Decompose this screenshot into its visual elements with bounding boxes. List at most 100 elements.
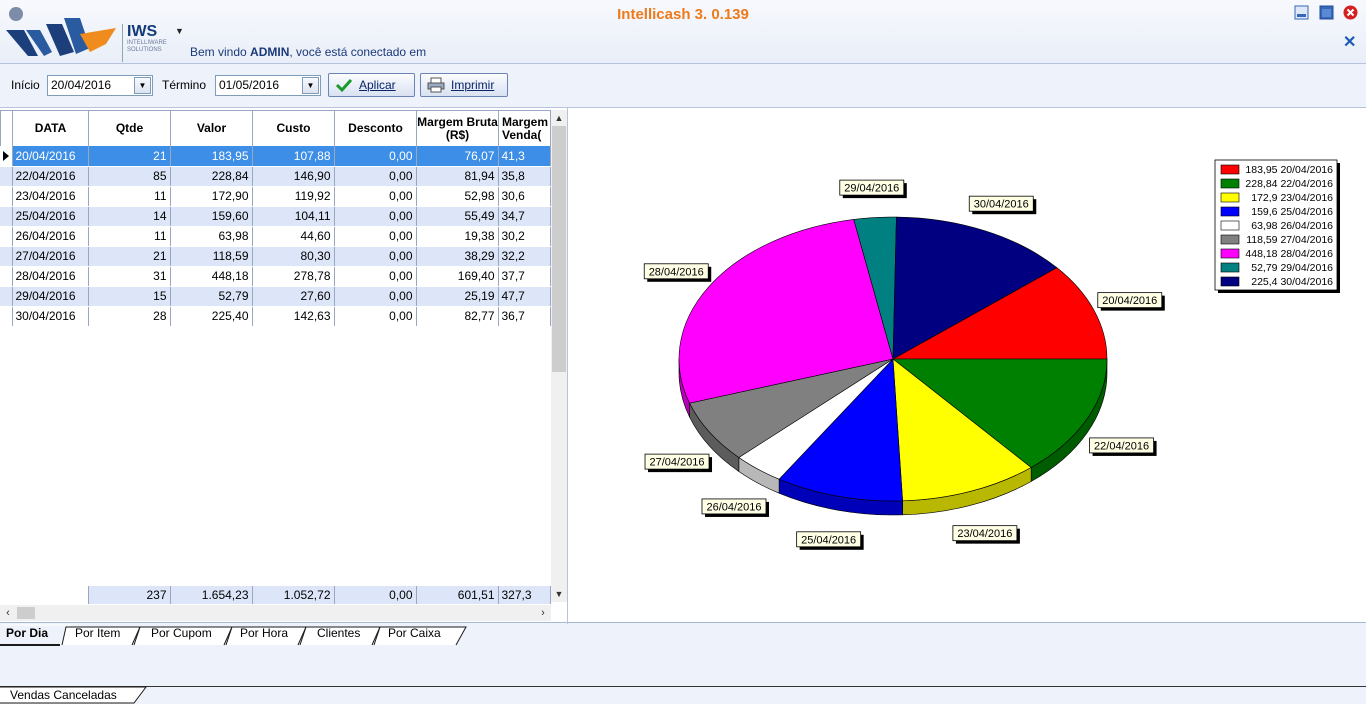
table-cell[interactable]: 146,90 <box>252 166 335 187</box>
row-indicator[interactable] <box>0 266 13 287</box>
table-cell[interactable]: 55,49 <box>416 206 499 227</box>
row-indicator[interactable] <box>0 286 13 307</box>
column-header-custo[interactable]: Custo <box>252 110 335 147</box>
table-cell[interactable]: 159,60 <box>170 206 253 227</box>
table-row[interactable]: 30/04/2016 28 225,40 142,63 0,00 82,77 36,7 <box>0 306 551 327</box>
scroll-right-icon[interactable]: › <box>535 605 551 621</box>
vertical-scroll-thumb[interactable] <box>552 126 566 372</box>
table-cell[interactable]: 448,18 <box>170 266 253 287</box>
table-cell[interactable]: 0,00 <box>334 226 417 247</box>
sales-grid[interactable]: DATA Qtde Valor Custo Desconto Margem Br… <box>0 108 568 624</box>
table-cell[interactable]: 47,7 <box>498 286 551 307</box>
maximize-icon[interactable] <box>1319 5 1334 20</box>
table-cell[interactable]: 34,7 <box>498 206 551 227</box>
row-indicator[interactable] <box>0 146 13 167</box>
tab-por-dia[interactable]: Por Dia <box>0 623 48 645</box>
vertical-scrollbar[interactable]: ▲ ▼ <box>551 110 567 602</box>
tab-por-hora[interactable]: Por Hora <box>232 623 288 645</box>
table-cell[interactable]: 36,7 <box>498 306 551 327</box>
row-indicator[interactable] <box>0 206 13 227</box>
table-cell[interactable]: 44,60 <box>252 226 335 247</box>
table-cell[interactable]: 0,00 <box>334 206 417 227</box>
table-cell[interactable]: 82,77 <box>416 306 499 327</box>
table-cell[interactable]: 0,00 <box>334 246 417 267</box>
table-cell[interactable]: 31 <box>88 266 171 287</box>
table-cell[interactable]: 278,78 <box>252 266 335 287</box>
table-row[interactable]: 20/04/2016 21 183,95 107,88 0,00 76,07 41,3 <box>0 146 551 167</box>
tab-por-item[interactable]: Por Item <box>67 623 120 645</box>
chevron-down-icon[interactable]: ▼ <box>134 77 151 94</box>
table-cell[interactable]: 30,6 <box>498 186 551 207</box>
table-cell[interactable]: 11 <box>88 226 171 247</box>
table-cell[interactable]: 52,79 <box>170 286 253 307</box>
table-row[interactable]: 29/04/2016 15 52,79 27,60 0,00 25,19 47,7 <box>0 286 551 307</box>
table-cell[interactable]: 81,94 <box>416 166 499 187</box>
scroll-left-icon[interactable]: ‹ <box>0 605 16 621</box>
table-cell[interactable]: 0,00 <box>334 266 417 287</box>
table-row[interactable]: 23/04/2016 11 172,90 119,92 0,00 52,98 30,6 <box>0 186 551 207</box>
table-cell[interactable]: 41,3 <box>498 146 551 167</box>
column-header-margem-venda[interactable]: Margem Venda( <box>498 110 551 147</box>
table-row[interactable]: 28/04/2016 31 448,18 278,78 0,00 169,40 37,7 <box>0 266 551 287</box>
table-cell[interactable]: 0,00 <box>334 166 417 187</box>
table-cell[interactable]: 118,59 <box>170 246 253 267</box>
table-cell[interactable]: 172,90 <box>170 186 253 207</box>
table-cell[interactable]: 29/04/2016 <box>12 286 89 307</box>
table-cell[interactable]: 119,92 <box>252 186 335 207</box>
table-cell[interactable]: 21 <box>88 246 171 267</box>
table-cell[interactable]: 11 <box>88 186 171 207</box>
end-date-picker[interactable]: 01/05/2016 ▼ <box>215 75 321 96</box>
table-row[interactable]: 27/04/2016 21 118,59 80,30 0,00 38,29 32,2 <box>0 246 551 267</box>
column-header-valor[interactable]: Valor <box>170 110 253 147</box>
table-row[interactable]: 25/04/2016 14 159,60 104,11 0,00 55,49 34,7 <box>0 206 551 227</box>
table-cell[interactable]: 85 <box>88 166 171 187</box>
table-cell[interactable]: 52,98 <box>416 186 499 207</box>
column-header-data[interactable]: DATA <box>12 110 89 147</box>
table-cell[interactable]: 142,63 <box>252 306 335 327</box>
apply-button[interactable]: Aplicar <box>328 73 415 97</box>
table-cell[interactable]: 104,11 <box>252 206 335 227</box>
table-cell[interactable]: 35,8 <box>498 166 551 187</box>
horizontal-scrollbar[interactable]: ‹ › <box>0 605 551 621</box>
table-cell[interactable]: 38,29 <box>416 246 499 267</box>
tab-vendas-canceladas[interactable]: Vendas Canceladas <box>0 686 150 704</box>
table-cell[interactable]: 80,30 <box>252 246 335 267</box>
close-tab-icon[interactable]: ✕ <box>1343 32 1356 52</box>
table-row[interactable]: 26/04/2016 11 63,98 44,60 0,00 19,38 30,2 <box>0 226 551 247</box>
table-cell[interactable]: 25/04/2016 <box>12 206 89 227</box>
row-indicator[interactable] <box>0 226 13 247</box>
table-cell[interactable]: 228,84 <box>170 166 253 187</box>
table-cell[interactable]: 76,07 <box>416 146 499 167</box>
table-cell[interactable]: 25,19 <box>416 286 499 307</box>
table-cell[interactable]: 23/04/2016 <box>12 186 89 207</box>
table-cell[interactable]: 26/04/2016 <box>12 226 89 247</box>
table-cell[interactable]: 19,38 <box>416 226 499 247</box>
start-date-picker[interactable]: 20/04/2016 ▼ <box>47 75 153 96</box>
scroll-up-icon[interactable]: ▲ <box>551 110 567 126</box>
table-cell[interactable]: 63,98 <box>170 226 253 247</box>
chevron-down-icon[interactable]: ▼ <box>302 77 319 94</box>
table-cell[interactable]: 32,2 <box>498 246 551 267</box>
table-cell[interactable]: 28/04/2016 <box>12 266 89 287</box>
table-cell[interactable]: 27,60 <box>252 286 335 307</box>
table-cell[interactable]: 21 <box>88 146 171 167</box>
column-header-margem-bruta[interactable]: Margem Bruta (R$) <box>416 110 499 147</box>
minimize-icon[interactable] <box>1294 5 1309 20</box>
menu-dropdown-icon[interactable]: ▼ <box>175 26 184 36</box>
column-header-desconto[interactable]: Desconto <box>334 110 417 147</box>
tab-por-cupom[interactable]: Por Cupom <box>143 623 212 645</box>
table-cell[interactable]: 14 <box>88 206 171 227</box>
tab-clientes[interactable]: Clientes <box>309 623 360 645</box>
table-cell[interactable]: 183,95 <box>170 146 253 167</box>
table-cell[interactable]: 0,00 <box>334 146 417 167</box>
table-cell[interactable]: 37,7 <box>498 266 551 287</box>
table-cell[interactable]: 20/04/2016 <box>12 146 89 167</box>
column-header-qtde[interactable]: Qtde <box>88 110 171 147</box>
scroll-down-icon[interactable]: ▼ <box>551 586 567 602</box>
table-cell[interactable]: 28 <box>88 306 171 327</box>
table-cell[interactable]: 30/04/2016 <box>12 306 89 327</box>
table-cell[interactable]: 30,2 <box>498 226 551 247</box>
table-row[interactable]: 22/04/2016 85 228,84 146,90 0,00 81,94 35,8 <box>0 166 551 187</box>
tab-por-caixa[interactable]: Por Caixa <box>380 623 441 645</box>
row-indicator[interactable] <box>0 186 13 207</box>
